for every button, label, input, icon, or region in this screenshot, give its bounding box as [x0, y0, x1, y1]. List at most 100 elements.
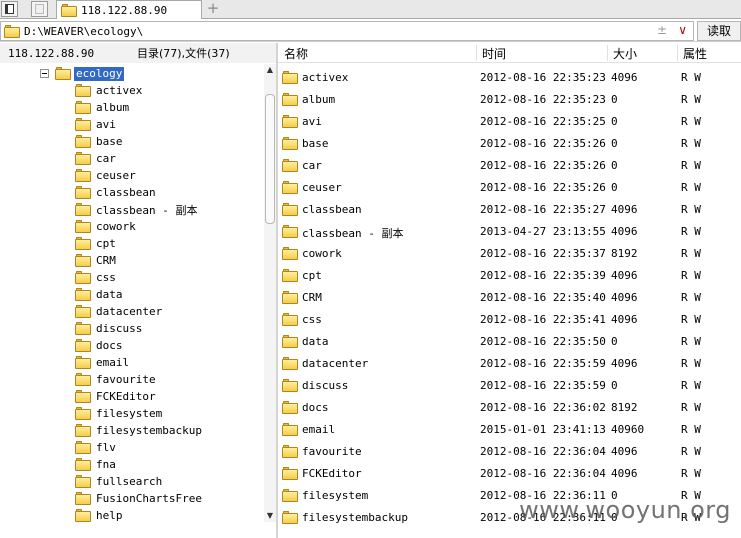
table-row[interactable]: discuss 2012-08-16 22:35:59 0 R W: [278, 375, 741, 397]
folder-icon: [282, 225, 298, 238]
tree-node[interactable]: classbean - 副本: [75, 201, 202, 218]
cell-name: favourite: [302, 445, 362, 458]
cell-size: 8192: [611, 247, 638, 260]
table-row[interactable]: css 2012-08-16 22:35:41 4096 R W: [278, 309, 741, 331]
table-row[interactable]: album 2012-08-16 22:35:23 0 R W: [278, 89, 741, 111]
tree-node[interactable]: FusionChartsFree: [75, 490, 202, 507]
cell-name: docs: [302, 401, 329, 414]
cell-size: 4096: [611, 71, 638, 84]
scroll-thumb[interactable]: [265, 94, 275, 224]
dir-file-counts: 目录(77),文件(37): [137, 47, 230, 60]
scroll-down-icon[interactable]: ▼: [264, 510, 276, 522]
folder-icon: [282, 313, 298, 326]
add-tab-button[interactable]: +: [204, 0, 222, 18]
tree-node[interactable]: data: [75, 286, 202, 303]
table-row[interactable]: docs 2012-08-16 22:36:02 8192 R W: [278, 397, 741, 419]
folder-icon: [282, 291, 298, 304]
table-row[interactable]: classbean 2012-08-16 22:35:27 4096 R W: [278, 199, 741, 221]
disabled-tool-button[interactable]: [31, 1, 48, 17]
cell-time: 2012-08-16 22:35:59: [480, 379, 606, 392]
table-row[interactable]: avi 2012-08-16 22:35:25 0 R W: [278, 111, 741, 133]
folder-icon: [282, 489, 298, 502]
tree-node[interactable]: datacenter: [75, 303, 202, 320]
col-attr-header[interactable]: 属性: [683, 45, 707, 62]
folder-icon: [75, 322, 91, 335]
cell-time: 2012-08-16 22:36:02: [480, 401, 606, 414]
tree-node[interactable]: discuss: [75, 320, 202, 337]
table-row[interactable]: car 2012-08-16 22:35:26 0 R W: [278, 155, 741, 177]
folder-icon: [282, 467, 298, 480]
tree-node[interactable]: filesystem: [75, 405, 202, 422]
table-row[interactable]: classbean - 副本 2013-04-27 23:13:55 4096 R W: [278, 221, 741, 243]
tree-node-label: classbean: [96, 186, 156, 199]
cell-name: classbean - 副本: [302, 227, 404, 240]
collapse-icon[interactable]: [40, 69, 49, 78]
cell-name: album: [302, 93, 336, 106]
col-name-header[interactable]: 名称: [284, 45, 308, 62]
chevron-down-icon[interactable]: ∨: [678, 23, 687, 37]
table-row[interactable]: cowork 2012-08-16 22:35:37 8192 R W: [278, 243, 741, 265]
tree-node[interactable]: favourite: [75, 371, 202, 388]
table-row[interactable]: data 2012-08-16 22:35:50 0 R W: [278, 331, 741, 353]
tree-scrollbar[interactable]: ▲ ▼: [264, 64, 276, 522]
tree-node[interactable]: base: [75, 133, 202, 150]
panel-toggle-button[interactable]: [1, 1, 18, 17]
tab-bar: 118.122.88.90 +: [0, 0, 741, 19]
tree-node[interactable]: fullsearch: [75, 473, 202, 490]
cell-size: 4096: [611, 445, 638, 458]
folder-icon: [75, 135, 91, 148]
cell-attr: R W: [681, 357, 701, 370]
tree-node[interactable]: filesystembackup: [75, 422, 202, 439]
folder-tree: ecology activex album avi base car ceuser clas…: [0, 64, 276, 522]
table-row[interactable]: datacenter 2012-08-16 22:35:59 4096 R W: [278, 353, 741, 375]
folder-icon: [75, 373, 91, 386]
read-button[interactable]: 读取: [697, 21, 741, 41]
tree-node-label: datacenter: [96, 305, 163, 318]
table-row[interactable]: email 2015-01-01 23:41:13 40960 R W: [278, 419, 741, 441]
tree-node[interactable]: cpt: [75, 235, 202, 252]
tree-node[interactable]: car: [75, 150, 202, 167]
tree-node-label: css: [96, 271, 116, 284]
tree-root-label: ecology: [74, 66, 125, 81]
table-row[interactable]: FCKEditor 2012-08-16 22:36:04 4096 R W: [278, 463, 741, 485]
table-row[interactable]: CRM 2012-08-16 22:35:40 4096 R W: [278, 287, 741, 309]
tree-node[interactable]: help: [75, 507, 202, 522]
folder-icon: [75, 492, 91, 505]
tree-node[interactable]: CRM: [75, 252, 202, 269]
tree-node[interactable]: flv: [75, 439, 202, 456]
col-size-header[interactable]: 大小: [613, 45, 637, 62]
tree-node-label: help: [96, 509, 123, 522]
tree-node[interactable]: fna: [75, 456, 202, 473]
col-time-header[interactable]: 时间: [482, 45, 506, 62]
cell-size: 40960: [611, 423, 645, 436]
tab-label: 118.122.88.90: [81, 3, 168, 17]
folder-icon: [282, 203, 298, 216]
folder-icon: [282, 401, 298, 414]
tree-node[interactable]: classbean: [75, 184, 202, 201]
tree-node[interactable]: album: [75, 99, 202, 116]
tree-node[interactable]: cowork: [75, 218, 202, 235]
folder-icon: [282, 247, 298, 260]
tree-node[interactable]: docs: [75, 337, 202, 354]
tree-node[interactable]: email: [75, 354, 202, 371]
cell-size: 4096: [611, 269, 638, 282]
tree-node[interactable]: activex: [75, 82, 202, 99]
tree-node-root[interactable]: ecology: [40, 65, 125, 82]
table-row[interactable]: favourite 2012-08-16 22:36:04 4096 R W: [278, 441, 741, 463]
tree-node[interactable]: ceuser: [75, 167, 202, 184]
scroll-up-icon[interactable]: ▲: [264, 64, 276, 76]
tree-node[interactable]: FCKEditor: [75, 388, 202, 405]
folder-icon: [282, 159, 298, 172]
tree-node[interactable]: css: [75, 269, 202, 286]
cell-time: 2012-08-16 22:35:23: [480, 71, 606, 84]
cell-size: 4096: [611, 225, 638, 238]
table-row[interactable]: base 2012-08-16 22:35:26 0 R W: [278, 133, 741, 155]
table-row[interactable]: cpt 2012-08-16 22:35:39 4096 R W: [278, 265, 741, 287]
folder-icon: [75, 220, 91, 233]
table-row[interactable]: ceuser 2012-08-16 22:35:26 0 R W: [278, 177, 741, 199]
table-row[interactable]: activex 2012-08-16 22:35:23 4096 R W: [278, 67, 741, 89]
path-input[interactable]: D:\WEAVER\ecology\ ± ∨: [0, 21, 694, 41]
up-icon[interactable]: ±: [657, 23, 667, 37]
tree-node[interactable]: avi: [75, 116, 202, 133]
tab-host[interactable]: 118.122.88.90: [56, 0, 202, 19]
